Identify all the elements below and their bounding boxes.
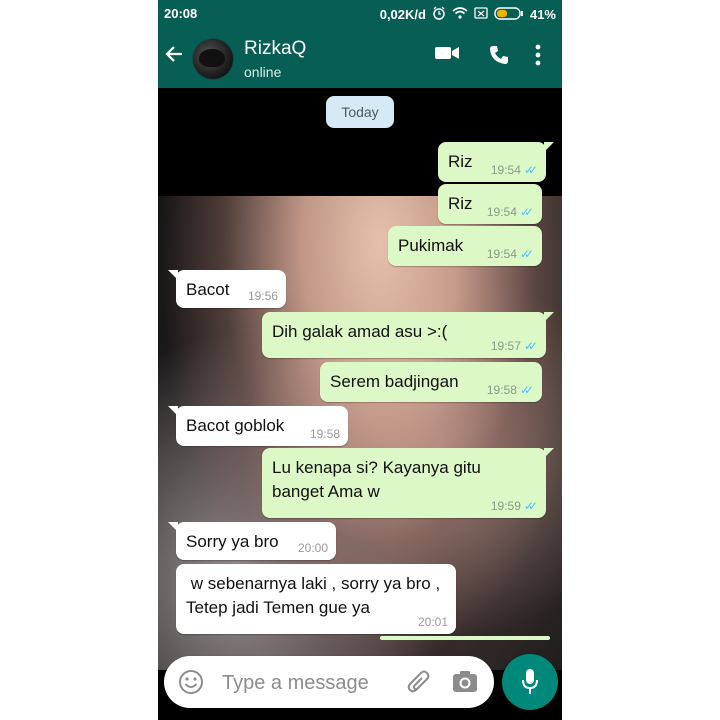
status-bar: 20:08 0,02K/d 41% (158, 0, 562, 26)
wifi-icon (452, 7, 468, 22)
read-receipt-icon: ✓✓ (519, 247, 534, 261)
contact-name[interactable]: RizkaQ (244, 38, 306, 60)
read-receipt-icon: ✓✓ (519, 383, 534, 397)
battery-icon (494, 6, 524, 23)
read-receipt-icon: ✓✓ (523, 163, 538, 177)
phone-screen: 20:08 0,02K/d 41% RizkaQ online Today Ri… (158, 0, 562, 720)
network-speed: 0,02K/d (379, 7, 426, 22)
date-chip: Today (326, 96, 394, 128)
voice-call-icon[interactable] (488, 44, 510, 71)
sim-icon (474, 7, 488, 22)
message-bubble-outgoing[interactable]: Riz 19:54 ✓✓ (438, 184, 542, 224)
message-bubble-outgoing[interactable]: Dih galak amad asu >:( 19:57 ✓✓ (262, 312, 554, 358)
message-time: 19:54 (490, 163, 521, 177)
contact-status: online (244, 64, 282, 80)
message-bubble-incoming[interactable]: Bacot 19:56 (168, 270, 286, 308)
message-bubble-outgoing[interactable]: Serem badjingan 19:58 ✓✓ (320, 362, 542, 402)
read-receipt-icon: ✓✓ (519, 205, 534, 219)
message-bubble-incoming[interactable]: w sebenarnya laki , sorry ya bro , Tetep… (176, 564, 456, 634)
message-time: 19:58 (309, 427, 340, 441)
message-bubble-outgoing[interactable]: Pukimak 19:54 ✓✓ (388, 226, 542, 266)
message-time: 19:56 (247, 289, 278, 303)
more-options-icon[interactable] (534, 44, 542, 71)
read-receipt-icon: ✓✓ (523, 499, 538, 513)
mic-button[interactable] (502, 654, 558, 710)
message-bubble-outgoing-partial (380, 636, 550, 640)
message-text: w sebenarnya laki , sorry ya bro , Tetep… (186, 574, 445, 617)
back-arrow-icon[interactable] (164, 44, 184, 68)
message-input-placeholder: Type a message (222, 672, 369, 694)
message-bubble-outgoing[interactable]: Riz 19:54 ✓✓ (438, 142, 554, 182)
message-bubble-incoming[interactable]: Sorry ya bro 20:00 (168, 522, 336, 560)
chat-header: RizkaQ online (158, 26, 562, 88)
attach-icon[interactable] (406, 669, 432, 700)
camera-icon[interactable] (452, 669, 478, 698)
video-call-icon[interactable] (434, 44, 460, 67)
battery-percent: 41% (529, 7, 556, 22)
compose-bar: Type a message (158, 652, 562, 720)
read-receipt-icon: ✓✓ (523, 339, 538, 353)
message-time: 19:57 (490, 339, 521, 353)
message-text: Lu kenapa si? Kayanya gitu banget Ama w (272, 458, 481, 501)
status-time: 20:08 (164, 6, 198, 21)
chat-area[interactable]: Today Riz 19:54 ✓✓ Riz 19:54 ✓✓ Pukimak 19… (158, 88, 562, 670)
message-time: 20:01 (417, 615, 448, 629)
emoji-icon[interactable] (178, 669, 204, 700)
message-time: 19:54 (486, 247, 517, 261)
contact-avatar[interactable] (192, 38, 234, 80)
message-time: 20:00 (297, 541, 328, 555)
alarm-icon (432, 6, 446, 23)
message-bubble-outgoing[interactable]: Lu kenapa si? Kayanya gitu banget Ama w … (262, 448, 554, 518)
message-time: 19:59 (490, 499, 521, 513)
mic-icon (520, 668, 540, 701)
message-time: 19:58 (486, 383, 517, 397)
message-time: 19:54 (486, 205, 517, 219)
message-input[interactable]: Type a message (164, 656, 494, 708)
message-bubble-incoming[interactable]: Bacot goblok 19:58 (168, 406, 348, 446)
